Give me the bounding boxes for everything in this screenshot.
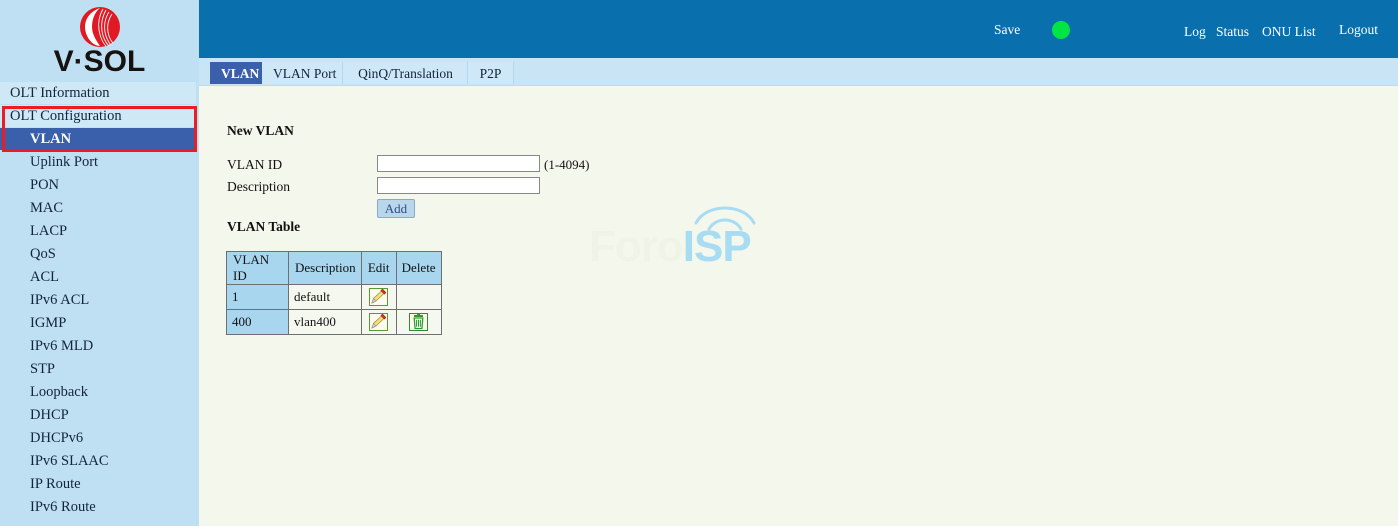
column-header-edit: Edit xyxy=(360,251,397,285)
content-panel: ForoISP New VLAN VLAN ID (1-4094) Descri… xyxy=(199,86,1398,526)
sidebar-item-uplink-port[interactable]: Uplink Port xyxy=(0,151,196,173)
description-label: Description xyxy=(227,179,290,194)
top-bar: Save Log Status ONU List Logout xyxy=(199,0,1398,58)
status-link[interactable]: Status xyxy=(1216,24,1249,40)
sidebar-item-igmp[interactable]: IGMP xyxy=(0,312,196,334)
vlan-table: VLAN ID Description Edit Delete 1 defaul… xyxy=(226,251,442,335)
sidebar-item-label: Uplink Port xyxy=(30,154,99,170)
sidebar-item-label: IPv6 SLAAC xyxy=(30,453,109,469)
sidebar-item-stp[interactable]: STP xyxy=(0,358,196,380)
sidebar-item-label: DHCPv6 xyxy=(30,430,84,446)
tab-vlan-port[interactable]: VLAN Port xyxy=(262,62,343,84)
sidebar-nav: OLT Information OLT Configuration VLAN U… xyxy=(0,82,199,518)
sidebar-item-ipv6-mld[interactable]: IPv6 MLD xyxy=(0,335,196,357)
cell-vlan-id: 400 xyxy=(226,309,289,335)
sidebar-item-label: STP xyxy=(30,361,55,377)
sidebar-item-vlan[interactable]: VLAN xyxy=(0,128,196,150)
sidebar-item-label: PON xyxy=(30,177,60,193)
sidebar-item-ip-route[interactable]: IP Route xyxy=(0,473,196,495)
vsol-sphere-logo-icon xyxy=(80,7,120,47)
sidebar-item-label: IGMP xyxy=(30,315,67,331)
column-header-vlan-id: VLAN ID xyxy=(226,251,289,285)
new-vlan-heading: New VLAN xyxy=(227,123,294,138)
sidebar-item-ipv6-acl[interactable]: IPv6 ACL xyxy=(0,289,196,311)
cell-vlan-id: 1 xyxy=(226,284,289,310)
brand-name: V·SOL xyxy=(53,45,146,78)
sidebar-item-lacp[interactable]: LACP xyxy=(0,220,196,242)
sidebar-item-label: ACL xyxy=(30,269,59,285)
sidebar-item-olt-configuration[interactable]: OLT Configuration xyxy=(0,105,196,127)
sidebar-item-qos[interactable]: QoS xyxy=(0,243,196,265)
sidebar-item-label: IPv6 ACL xyxy=(30,292,90,308)
sidebar-item-label: DHCP xyxy=(30,407,69,423)
sidebar-item-label: Loopback xyxy=(30,384,88,400)
sidebar-item-label: OLT Configuration xyxy=(10,108,122,124)
olt-web-ui: V·SOL OLT Information OLT Configuration … xyxy=(0,0,1398,526)
sidebar-item-dhcp[interactable]: DHCP xyxy=(0,404,196,426)
sidebar-item-label: OLT Information xyxy=(10,85,110,101)
sidebar-item-mac[interactable]: MAC xyxy=(0,197,196,219)
sidebar-item-pon[interactable]: PON xyxy=(0,174,196,196)
onu-list-link[interactable]: ONU List xyxy=(1262,24,1316,40)
tab-p2p[interactable]: P2P xyxy=(468,62,513,84)
sidebar-item-label: IPv6 Route xyxy=(30,499,96,515)
table-row: 1 default xyxy=(226,284,442,310)
wifi-signal-icon xyxy=(694,206,756,231)
logout-link[interactable]: Logout xyxy=(1339,22,1378,38)
log-link[interactable]: Log xyxy=(1184,24,1206,40)
watermark-accent: ISP xyxy=(682,222,752,271)
sidebar-item-loopback[interactable]: Loopback xyxy=(0,381,196,403)
sidebar-item-label: IPv6 MLD xyxy=(30,338,94,354)
sidebar-item-dhcpv6[interactable]: DHCPv6 xyxy=(0,427,196,449)
tab-divider xyxy=(513,62,514,84)
watermark-primary: Foro xyxy=(589,222,684,271)
tab-bar: VLAN VLAN Port QinQ/Translation P2P xyxy=(199,58,1398,86)
vlan-table-heading: VLAN Table xyxy=(227,219,301,234)
foroisp-watermark: ForoISP xyxy=(589,201,799,281)
sidebar-item-label: LACP xyxy=(30,223,68,239)
table-row: 400 vlan400 xyxy=(226,309,442,335)
column-header-delete: Delete xyxy=(395,251,442,285)
sidebar-item-acl[interactable]: ACL xyxy=(0,266,196,288)
main-area: Save Log Status ONU List Logout VLAN VLA… xyxy=(199,0,1398,526)
brand-logo: V·SOL xyxy=(0,0,199,82)
save-button[interactable]: Save xyxy=(994,22,1020,38)
watermark-text: ForoISP xyxy=(589,222,752,271)
sidebar-item-olt-information[interactable]: OLT Information xyxy=(0,82,196,104)
add-vlan-button[interactable]: Add xyxy=(377,199,415,218)
sidebar-item-label: VLAN xyxy=(30,131,72,147)
column-header-description: Description xyxy=(288,251,362,285)
sidebar-item-ipv6-slaac[interactable]: IPv6 SLAAC xyxy=(0,450,196,472)
trash-delete-icon[interactable] xyxy=(409,312,429,332)
sidebar-item-label: QoS xyxy=(30,246,56,262)
vlan-id-input[interactable] xyxy=(377,155,540,172)
vlan-id-range-hint: (1-4094) xyxy=(544,157,590,172)
pencil-edit-icon[interactable] xyxy=(369,312,389,332)
cell-description: default xyxy=(288,284,362,310)
sidebar: V·SOL OLT Information OLT Configuration … xyxy=(0,0,199,526)
cell-edit xyxy=(360,284,397,310)
sidebar-item-ipv6-route[interactable]: IPv6 Route xyxy=(0,496,196,518)
table-header-row: VLAN ID Description Edit Delete xyxy=(226,251,442,285)
connection-status-indicator-icon xyxy=(1052,21,1070,39)
vlan-id-label: VLAN ID xyxy=(227,157,283,172)
sidebar-item-label: IP Route xyxy=(30,476,81,492)
tab-qinq-translation[interactable]: QinQ/Translation xyxy=(343,62,468,84)
tab-vlan[interactable]: VLAN xyxy=(210,62,262,84)
description-input[interactable] xyxy=(377,177,540,194)
cell-delete xyxy=(395,284,442,310)
cell-edit xyxy=(360,309,397,335)
pencil-edit-icon[interactable] xyxy=(369,287,389,307)
cell-delete xyxy=(395,309,442,335)
cell-description: vlan400 xyxy=(288,309,362,335)
sidebar-item-label: MAC xyxy=(30,200,64,216)
